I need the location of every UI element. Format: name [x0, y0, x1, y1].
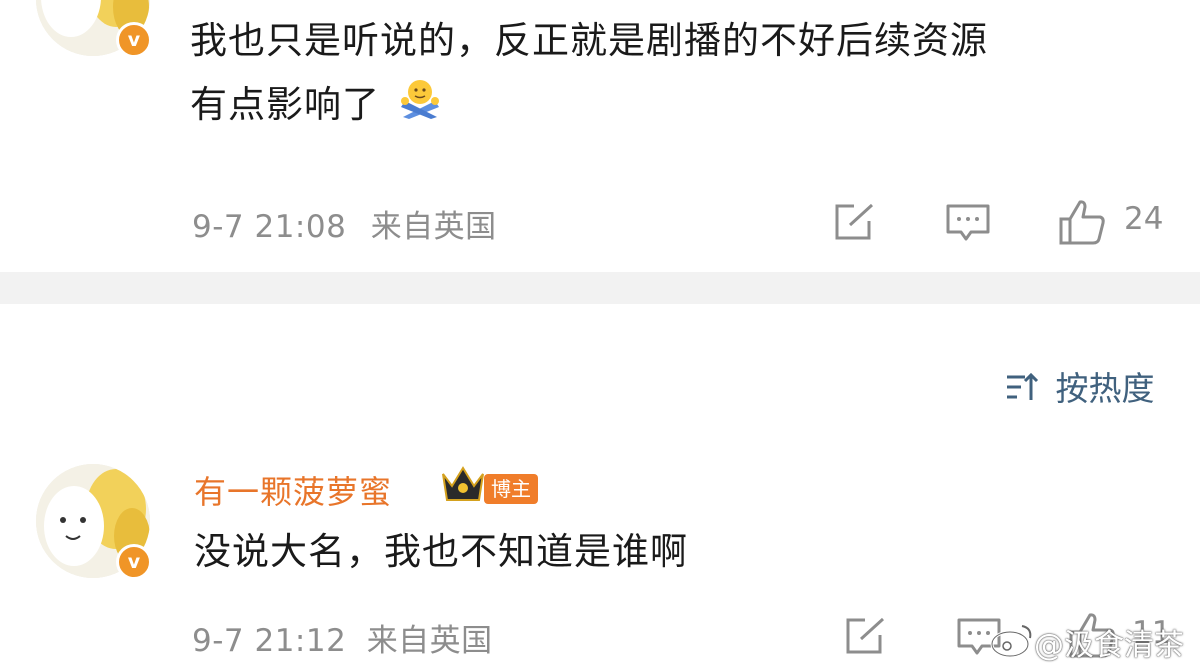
comment-meta: 9-7 21:12 来自英国 [192, 615, 493, 660]
like-count: 24 [1124, 201, 1164, 237]
like-icon[interactable] [1058, 199, 1106, 249]
crossed-arms-emoji-icon [399, 77, 441, 137]
poster-badge: 博主 [484, 474, 538, 504]
comment-text: 没说大名，我也不知道是谁啊 [194, 530, 688, 573]
comment-time: 9-7 21:08 [192, 209, 347, 245]
comment-text-line2: 有点影响了 [190, 75, 441, 137]
comment-icon[interactable] [945, 203, 991, 247]
comment-text: 我也只是听说的，反正就是剧播的不好后续资源 [190, 19, 988, 62]
weibo-logo-icon [990, 622, 1034, 662]
avatar[interactable]: v [36, 0, 152, 58]
sort-label: 按热度 [1055, 369, 1155, 408]
share-icon[interactable] [845, 617, 887, 659]
crown-icon [440, 464, 486, 510]
username[interactable]: 有一颗菠萝蜜 [194, 467, 392, 513]
verified-badge-icon: v [116, 22, 152, 58]
watermark: @汲食清茶 [1034, 628, 1184, 663]
comment-location: 来自英国 [366, 623, 493, 659]
sort-icon [1005, 371, 1039, 410]
comment-time: 9-7 21:12 [192, 623, 347, 659]
verified-badge-icon: v [116, 544, 152, 580]
sort-toggle[interactable]: 按热度 [1005, 362, 1155, 410]
comment-location: 来自英国 [370, 209, 497, 245]
comment-text-part: 有点影响了 [190, 83, 380, 126]
avatar[interactable]: v [36, 464, 152, 580]
comment-meta: 9-7 21:08 来自英国 [192, 201, 497, 246]
share-icon[interactable] [834, 203, 876, 245]
section-divider [0, 272, 1200, 304]
